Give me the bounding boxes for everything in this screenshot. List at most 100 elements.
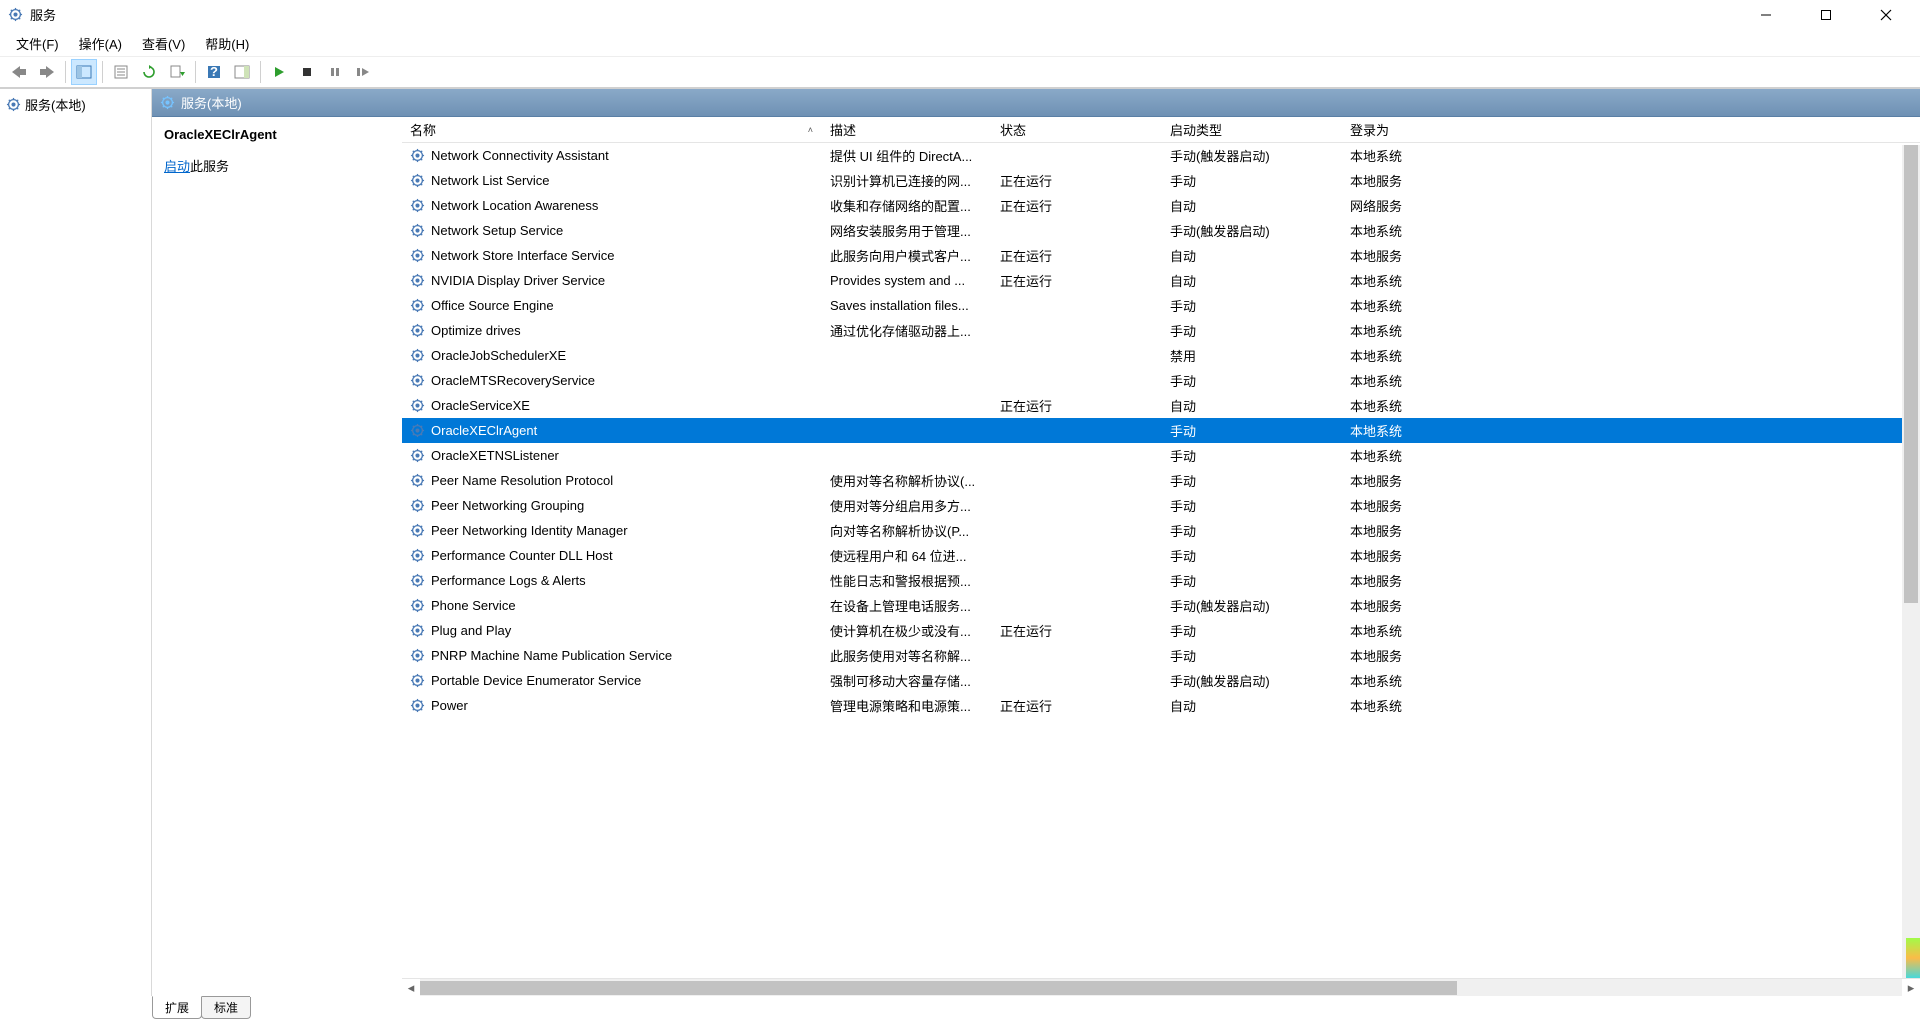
list-row[interactable]: Peer Networking Identity Manager向对等名称解析协… xyxy=(402,518,1920,543)
list-row[interactable]: Office Source EngineSaves installation f… xyxy=(402,293,1920,318)
list-row[interactable]: OracleServiceXE正在运行自动本地系统 xyxy=(402,393,1920,418)
gear-icon xyxy=(410,473,425,488)
list-row[interactable]: Peer Name Resolution Protocol使用对等名称解析协议(… xyxy=(402,468,1920,493)
stop-service-button[interactable] xyxy=(294,59,320,85)
service-name: Peer Networking Grouping xyxy=(431,498,584,513)
service-logon: 本地服务 xyxy=(1342,644,1502,667)
menu-action[interactable]: 操作(A) xyxy=(69,31,132,56)
service-status: 正在运行 xyxy=(992,694,1162,717)
menu-help[interactable]: 帮助(H) xyxy=(195,31,259,56)
scroll-right-icon[interactable]: ▸ xyxy=(1902,979,1920,997)
start-link[interactable]: 启动 xyxy=(164,159,190,174)
tab-standard[interactable]: 标准 xyxy=(201,997,251,1019)
col-startup[interactable]: 启动类型 xyxy=(1162,117,1342,143)
list-row[interactable]: OracleXETNSListener手动本地系统 xyxy=(402,443,1920,468)
horizontal-scrollbar[interactable]: ◂ ▸ xyxy=(402,978,1920,996)
service-name: Office Source Engine xyxy=(431,298,554,313)
menu-view[interactable]: 查看(V) xyxy=(132,31,195,56)
service-name: Network Connectivity Assistant xyxy=(431,148,609,163)
list-row[interactable]: PNRP Machine Name Publication Service此服务… xyxy=(402,643,1920,668)
list-row[interactable]: Optimize drives通过优化存储驱动器上...手动本地系统 xyxy=(402,318,1920,343)
col-name[interactable]: 名称˄ xyxy=(402,117,822,143)
list-row[interactable]: Network Store Interface Service 此服务向用户模式客… xyxy=(402,243,1920,268)
export-list-button[interactable] xyxy=(164,59,190,85)
start-service-button[interactable] xyxy=(266,59,292,85)
column-headers: 名称˄ 描述 状态 启动类型 登录为 xyxy=(402,117,1920,143)
col-status[interactable]: 状态 xyxy=(992,117,1162,143)
gear-icon xyxy=(160,95,175,110)
list-row[interactable]: Phone Service在设备上管理电话服务...手动(触发器启动)本地服务 xyxy=(402,593,1920,618)
service-logon: 本地系统 xyxy=(1342,694,1502,717)
service-status: 正在运行 xyxy=(992,244,1162,267)
maximize-button[interactable] xyxy=(1808,3,1844,27)
list-row[interactable]: NVIDIA Display Driver ServiceProvides sy… xyxy=(402,268,1920,293)
service-logon: 本地系统 xyxy=(1342,394,1502,417)
service-startup: 手动 xyxy=(1162,369,1342,392)
close-button[interactable] xyxy=(1868,3,1904,27)
service-logon: 本地系统 xyxy=(1342,444,1502,467)
service-logon: 本地服务 xyxy=(1342,469,1502,492)
service-startup: 手动 xyxy=(1162,319,1342,342)
gear-icon xyxy=(6,97,21,112)
list-row[interactable]: Peer Networking Grouping使用对等分组启用多方...手动本… xyxy=(402,493,1920,518)
service-startup: 手动 xyxy=(1162,169,1342,192)
service-logon: 本地服务 xyxy=(1342,519,1502,542)
service-logon: 本地服务 xyxy=(1342,594,1502,617)
gear-icon xyxy=(410,323,425,338)
service-startup: 手动(触发器启动) xyxy=(1162,594,1342,617)
tree-root-item[interactable]: 服务(本地) xyxy=(0,93,151,116)
list-row[interactable]: Network Setup Service网络安装服务用于管理...手动(触发器… xyxy=(402,218,1920,243)
list-row[interactable]: OracleJobSchedulerXE禁用本地系统 xyxy=(402,343,1920,368)
col-logon[interactable]: 登录为 xyxy=(1342,117,1502,143)
service-startup: 禁用 xyxy=(1162,344,1342,367)
refresh-button[interactable] xyxy=(136,59,162,85)
gear-icon xyxy=(410,673,425,688)
toolbar: ? xyxy=(0,56,1920,88)
service-status xyxy=(992,304,1162,308)
list-row[interactable]: Power管理电源策略和电源策...正在运行自动本地系统 xyxy=(402,693,1920,718)
service-desc: 网络安装服务用于管理... xyxy=(822,219,992,242)
service-desc: 此服务向用户模式客户... xyxy=(822,244,992,267)
minimize-button[interactable] xyxy=(1748,3,1784,27)
list-row[interactable]: Network Location Awareness收集和存储网络的配置...正… xyxy=(402,193,1920,218)
window-title: 服务 xyxy=(30,5,1748,24)
title-bar: 服务 xyxy=(0,0,1920,30)
service-startup: 手动(触发器启动) xyxy=(1162,144,1342,167)
service-name: Optimize drives xyxy=(431,323,521,338)
gear-icon xyxy=(410,573,425,588)
scroll-left-icon[interactable]: ◂ xyxy=(402,979,420,997)
service-desc: 在设备上管理电话服务... xyxy=(822,594,992,617)
col-desc[interactable]: 描述 xyxy=(822,117,992,143)
service-startup: 手动(触发器启动) xyxy=(1162,669,1342,692)
list-row[interactable]: Performance Logs & Alerts性能日志和警报根据预...手动… xyxy=(402,568,1920,593)
list-row[interactable]: Performance Counter DLL Host使远程用户和 64 位进… xyxy=(402,543,1920,568)
service-startup: 手动(触发器启动) xyxy=(1162,219,1342,242)
show-hide-tree-button[interactable] xyxy=(71,59,97,85)
help-button[interactable]: ? xyxy=(201,59,227,85)
restart-service-button[interactable] xyxy=(350,59,376,85)
tab-extended[interactable]: 扩展 xyxy=(152,996,202,1019)
vertical-scrollbar[interactable] xyxy=(1902,145,1920,978)
list-row[interactable]: OracleMTSRecoveryService手动本地系统 xyxy=(402,368,1920,393)
service-name: Portable Device Enumerator Service xyxy=(431,673,641,688)
action-pane-button[interactable] xyxy=(229,59,255,85)
back-button[interactable] xyxy=(6,59,32,85)
service-status xyxy=(992,454,1162,458)
list-row[interactable]: Network List Service识别计算机已连接的网...正在运行手动本… xyxy=(402,168,1920,193)
menu-file[interactable]: 文件(F) xyxy=(6,31,69,56)
forward-button[interactable] xyxy=(34,59,60,85)
service-desc: 强制可移动大容量存储... xyxy=(822,669,992,692)
list-row[interactable]: Portable Device Enumerator Service 强制可移动大… xyxy=(402,668,1920,693)
action-rest: 此服务 xyxy=(190,159,229,174)
properties-button[interactable] xyxy=(108,59,134,85)
service-name: Network Store Interface Service xyxy=(431,248,615,263)
service-logon: 本地系统 xyxy=(1342,144,1502,167)
service-desc xyxy=(822,429,992,433)
service-desc: 通过优化存储驱动器上... xyxy=(822,319,992,342)
service-status xyxy=(992,654,1162,658)
list-row[interactable]: Network Connectivity Assistant提供 UI 组件的 … xyxy=(402,143,1920,168)
pause-service-button[interactable] xyxy=(322,59,348,85)
gear-icon xyxy=(410,398,425,413)
list-row[interactable]: OracleXEClrAgent手动本地系统 xyxy=(402,418,1920,443)
list-row[interactable]: Plug and Play使计算机在极少或没有...正在运行手动本地系统 xyxy=(402,618,1920,643)
